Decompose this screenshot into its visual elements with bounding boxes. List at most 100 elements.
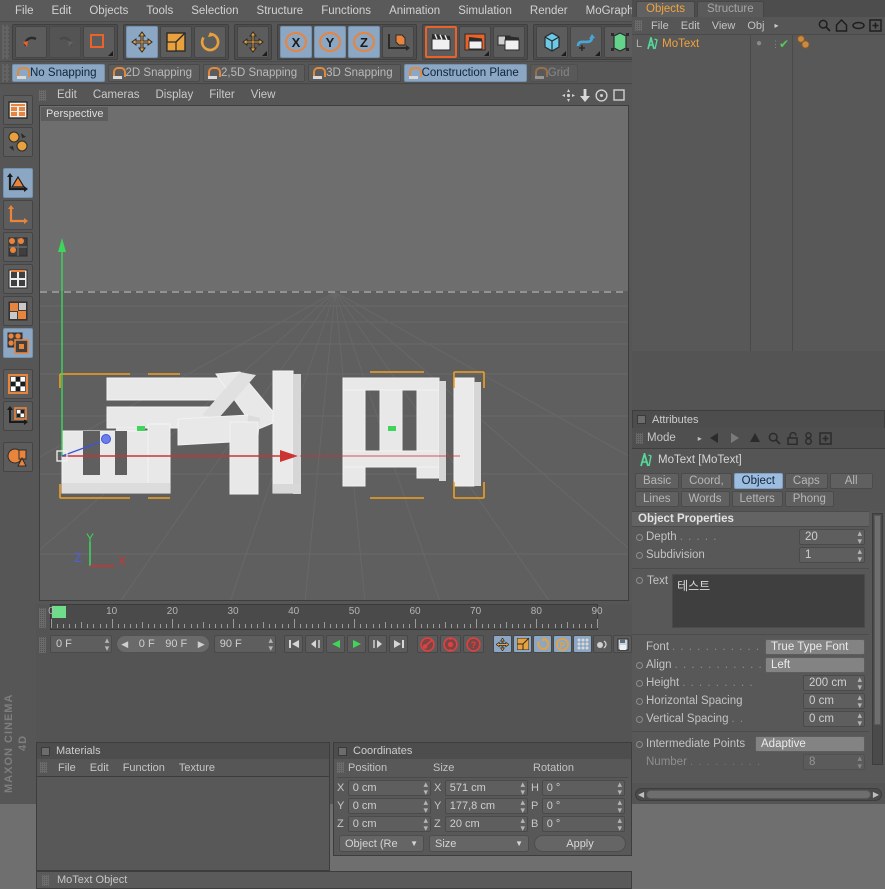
- rot-b-field[interactable]: 0 ° ▴ ▾: [541, 816, 625, 833]
- range-left-arrow-icon[interactable]: ◀: [121, 639, 128, 650]
- keyframe-bullet-icon[interactable]: [636, 661, 643, 669]
- menu-structure[interactable]: Structure: [248, 0, 313, 22]
- preview-range-bar[interactable]: ◀ 0 F 90 F ▶: [116, 635, 210, 653]
- flyout-corner-icon[interactable]: [108, 50, 113, 56]
- rail-texture-mode[interactable]: [3, 369, 33, 399]
- render-region-button[interactable]: [459, 25, 491, 58]
- spinner-icon[interactable]: ▴ ▾: [857, 529, 862, 546]
- up-icon[interactable]: [748, 432, 762, 444]
- key-scale-button[interactable]: [513, 635, 533, 653]
- keyframe-bullet-icon[interactable]: [636, 697, 643, 705]
- apply-button[interactable]: Apply: [534, 835, 626, 852]
- redo-button[interactable]: [49, 25, 81, 58]
- viewport-menu-display[interactable]: Display: [147, 89, 201, 101]
- rail-viewport-solo[interactable]: [3, 442, 33, 472]
- menu-selection[interactable]: Selection: [182, 0, 247, 22]
- coordinates-grip[interactable]: [337, 762, 344, 773]
- attr-tab-phong[interactable]: Phong: [784, 491, 834, 507]
- menu-render[interactable]: Render: [521, 0, 577, 22]
- rail-object-mode[interactable]: [3, 168, 33, 198]
- spinner-icon[interactable]: ▴ ▾: [105, 636, 110, 653]
- size-x-field[interactable]: 571 cm ▴ ▾: [444, 780, 528, 797]
- previous-key-button[interactable]: [305, 635, 325, 653]
- key-rotation-button[interactable]: [533, 635, 553, 653]
- menu-functions[interactable]: Functions: [312, 0, 380, 22]
- forward-icon[interactable]: [728, 432, 742, 444]
- spinner-icon[interactable]: ▴ ▾: [520, 780, 525, 797]
- status-grip[interactable]: [42, 874, 49, 886]
- back-icon[interactable]: [708, 432, 722, 444]
- viewport-menu-cameras[interactable]: Cameras: [85, 89, 148, 101]
- materials-menu-function[interactable]: Function: [116, 762, 172, 774]
- objects-menu-view[interactable]: View: [706, 20, 742, 32]
- mode-arrow-icon[interactable]: ▸: [698, 434, 702, 443]
- flyout-corner-icon[interactable]: [484, 50, 489, 56]
- spinner-icon[interactable]: ▴ ▾: [857, 711, 862, 728]
- height-field[interactable]: 200 cm ▴ ▾: [803, 675, 865, 692]
- visibility-dot-icon[interactable]: ●: [756, 38, 762, 49]
- viewport-menu-filter[interactable]: Filter: [201, 89, 243, 101]
- snap-25d-snapping[interactable]: 2,5D Snapping: [203, 63, 306, 82]
- intermediate-points-dropdown[interactable]: Adaptive: [755, 736, 865, 752]
- rotate-view-icon[interactable]: [595, 88, 608, 102]
- search-icon[interactable]: [768, 432, 781, 445]
- world-object-coord-button[interactable]: [382, 25, 414, 58]
- panel-menu-icon[interactable]: [637, 415, 646, 424]
- toolbar-grip[interactable]: [2, 24, 9, 59]
- materials-grip[interactable]: [40, 762, 47, 773]
- play-forward-button[interactable]: [347, 635, 367, 653]
- next-key-button[interactable]: [368, 635, 388, 653]
- attributes-horizontal-scrollbar[interactable]: ◀ ▶: [635, 788, 882, 801]
- spinner-icon[interactable]: ▴ ▾: [617, 780, 622, 797]
- spinner-icon[interactable]: ▴ ▾: [857, 675, 862, 692]
- keyframe-bullet-icon[interactable]: [636, 740, 643, 748]
- attr-tab-object[interactable]: Object: [733, 473, 783, 489]
- materials-menu-texture[interactable]: Texture: [172, 762, 222, 774]
- pos-z-field[interactable]: 0 cm ▴ ▾: [347, 816, 431, 833]
- add-icon[interactable]: [869, 19, 882, 32]
- attr-tab-words[interactable]: Words: [680, 491, 730, 507]
- ellipse-icon[interactable]: [852, 21, 865, 30]
- materials-list[interactable]: [36, 776, 330, 871]
- axis-x-button[interactable]: X: [280, 25, 312, 58]
- mode-label[interactable]: Mode: [647, 432, 676, 444]
- rail-make-editable[interactable]: [3, 95, 33, 125]
- key-param-button[interactable]: P: [553, 635, 573, 653]
- panel-menu-icon[interactable]: [338, 746, 347, 756]
- keyframe-bullet-icon[interactable]: [636, 551, 643, 559]
- rail-model-mode[interactable]: [3, 127, 33, 157]
- play-reverse-button[interactable]: [326, 635, 346, 653]
- menu-tools[interactable]: Tools: [137, 0, 182, 22]
- key-point-level-button[interactable]: [573, 635, 593, 653]
- render-view-button[interactable]: [425, 25, 457, 58]
- scale-tool-button[interactable]: [160, 25, 192, 58]
- viewport-menu-edit[interactable]: Edit: [49, 89, 85, 101]
- rail-edges-mode[interactable]: [3, 264, 33, 294]
- max-frame-field[interactable]: 90 F ▴ ▾: [213, 635, 277, 653]
- timeline-grip[interactable]: [39, 608, 46, 628]
- tab-objects[interactable]: Objects: [636, 1, 695, 17]
- move-tool-button[interactable]: [126, 25, 158, 58]
- spinner-icon[interactable]: ▴ ▾: [857, 547, 862, 564]
- rail-texture-axis-mode[interactable]: [3, 401, 33, 431]
- go-to-start-button[interactable]: [284, 635, 304, 653]
- menu-objects[interactable]: Objects: [80, 0, 137, 22]
- autokeying-button[interactable]: [440, 635, 462, 653]
- rot-h-field[interactable]: 0 ° ▴ ▾: [541, 780, 625, 797]
- keyframe-bullet-icon[interactable]: [636, 679, 643, 687]
- enable-check-icon[interactable]: ✔: [779, 37, 789, 51]
- spinner-icon[interactable]: ▴ ▾: [857, 693, 862, 710]
- viewport-menu-view[interactable]: View: [243, 89, 284, 101]
- objects-menu-edit[interactable]: Edit: [675, 20, 706, 32]
- attributes-grip[interactable]: [636, 432, 643, 444]
- select-tool-button[interactable]: [83, 25, 115, 58]
- render-settings-button[interactable]: [493, 25, 525, 58]
- rail-points-mode[interactable]: [3, 232, 33, 262]
- spline-button[interactable]: [570, 25, 602, 58]
- snapping-grip[interactable]: [2, 63, 9, 82]
- timeline-fields-grip[interactable]: [39, 637, 46, 653]
- rot-p-field[interactable]: 0 ° ▴ ▾: [541, 798, 625, 815]
- horizontal-spacing-field[interactable]: 0 cm ▴ ▾: [803, 693, 865, 710]
- add-icon[interactable]: [819, 431, 832, 445]
- viewport-grip[interactable]: [39, 89, 46, 101]
